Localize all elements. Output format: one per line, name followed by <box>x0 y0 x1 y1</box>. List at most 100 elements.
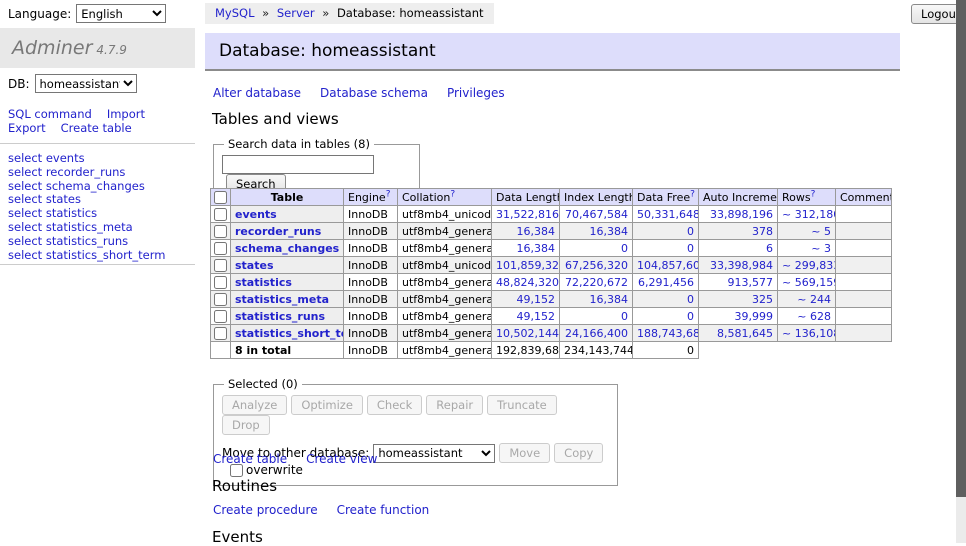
row-checkbox[interactable] <box>214 259 227 272</box>
sidebar-action-import[interactable]: Import <box>107 107 145 121</box>
link-create-view[interactable]: Create view <box>306 452 377 466</box>
auto-increment-link[interactable]: 8,581,645 <box>717 327 773 340</box>
link-privileges[interactable]: Privileges <box>447 86 505 100</box>
rows-estimate-link[interactable]: ~ 569,159 <box>782 276 836 289</box>
engine-cell: InnoDB <box>344 291 398 308</box>
table-name-link[interactable]: statistics <box>235 276 292 289</box>
help-link[interactable]: ? <box>811 189 816 199</box>
row-checkbox[interactable] <box>214 293 227 306</box>
index-length-link[interactable]: 0 <box>621 242 628 255</box>
help-link[interactable]: ? <box>386 189 391 199</box>
sidebar-item-select-statistics[interactable]: select statistics <box>8 207 165 221</box>
data-length-link[interactable]: 101,859,328 <box>496 259 560 272</box>
table-name-link[interactable]: states <box>235 259 274 272</box>
data-length-link[interactable]: 48,824,320 <box>496 276 559 289</box>
sidebar-action-export[interactable]: Export <box>8 121 46 135</box>
sidebar-item-select-recorder-runs[interactable]: select recorder_runs <box>8 166 165 180</box>
data-length-link[interactable]: 31,522,816 <box>496 208 559 221</box>
index-length-link[interactable]: 16,384 <box>590 293 629 306</box>
data-free-link[interactable]: 6,291,456 <box>638 276 694 289</box>
row-checkbox[interactable] <box>214 327 227 340</box>
data-length-link[interactable]: 10,502,144 <box>496 327 559 340</box>
help-superscript: ? <box>450 189 455 199</box>
data-free-link[interactable]: 50,331,648 <box>637 208 699 221</box>
help-link[interactable]: ? <box>450 189 455 199</box>
auto-increment-link[interactable]: 6 <box>766 242 773 255</box>
link-create-table[interactable]: Create table <box>213 452 287 466</box>
index-length-cell: 67,256,320 <box>560 257 633 274</box>
data-free-link[interactable]: 0 <box>687 293 694 306</box>
row-checkbox-cell <box>211 325 231 342</box>
table-name-link[interactable]: statistics_short_term <box>235 327 344 340</box>
link-create-procedure[interactable]: Create procedure <box>213 503 318 517</box>
total-index-length-cell: 234,143,744 <box>560 342 633 359</box>
rows-estimate-link[interactable]: ~ 244 <box>797 293 831 306</box>
link-alter-database[interactable]: Alter database <box>213 86 301 100</box>
sidebar-item-select-states[interactable]: select states <box>8 193 165 207</box>
sidebar-item-select-statistics-short-term[interactable]: select statistics_short_term <box>8 249 165 263</box>
data-length-link[interactable]: 16,384 <box>517 242 556 255</box>
row-checkbox[interactable] <box>214 225 227 238</box>
language-select[interactable]: English <box>76 4 166 23</box>
sidebar-item-select-schema-changes[interactable]: select schema_changes <box>8 180 165 194</box>
table-name-link[interactable]: statistics_meta <box>235 293 329 306</box>
link-database-schema[interactable]: Database schema <box>320 86 428 100</box>
auto-increment-link[interactable]: 33,898,196 <box>710 208 773 221</box>
data-length-link[interactable]: 49,152 <box>517 293 556 306</box>
selected-buttons: AnalyzeOptimizeCheckRepairTruncateDrop <box>222 395 609 435</box>
scrollbar-thumb[interactable] <box>956 0 966 497</box>
comment-cell <box>836 206 892 223</box>
auto-increment-link[interactable]: 913,577 <box>728 276 774 289</box>
index-length-link[interactable]: 0 <box>621 310 628 323</box>
row-checkbox[interactable] <box>214 242 227 255</box>
table-name-link[interactable]: statistics_runs <box>235 310 325 323</box>
index-length-link[interactable]: 24,166,400 <box>565 327 628 340</box>
data-free-link[interactable]: 0 <box>687 225 694 238</box>
db-select[interactable]: homeassistant <box>35 74 137 93</box>
auto-increment-link[interactable]: 325 <box>752 293 773 306</box>
search-input[interactable] <box>222 155 374 174</box>
row-checkbox[interactable] <box>214 276 227 289</box>
index-length-link[interactable]: 67,256,320 <box>565 259 628 272</box>
sidebar-action-sql-command[interactable]: SQL command <box>8 107 92 121</box>
data-free-link[interactable]: 0 <box>687 242 694 255</box>
sidebar-item-select-statistics-runs[interactable]: select statistics_runs <box>8 235 165 249</box>
index-length-link[interactable]: 70,467,584 <box>565 208 628 221</box>
table-name-link[interactable]: events <box>235 208 277 221</box>
help-link[interactable]: ? <box>690 189 695 199</box>
index-length-link[interactable]: 16,384 <box>590 225 629 238</box>
data-length-link[interactable]: 49,152 <box>517 310 556 323</box>
table-name-link[interactable]: schema_changes <box>235 242 339 255</box>
rows-estimate-link[interactable]: ~ 312,180 <box>782 208 836 221</box>
auto-increment-link[interactable]: 39,999 <box>735 310 774 323</box>
sidebar-action-create-table[interactable]: Create table <box>61 121 132 135</box>
scrollbar-track[interactable] <box>956 0 966 543</box>
rows-estimate-link[interactable]: ~ 628 <box>797 310 831 323</box>
table-name-cell: states <box>231 257 344 274</box>
engine-cell: InnoDB <box>344 257 398 274</box>
auto-increment-link[interactable]: 33,398,984 <box>710 259 773 272</box>
select-all-checkbox[interactable] <box>214 191 227 204</box>
data-length-link[interactable]: 16,384 <box>517 225 556 238</box>
rows-estimate-link[interactable]: ~ 299,833 <box>782 259 836 272</box>
rows-estimate-link[interactable]: ~ 136,108 <box>782 327 836 340</box>
link-create-function[interactable]: Create function <box>337 503 430 517</box>
rows-estimate-link[interactable]: ~ 3 <box>811 242 831 255</box>
data-free-link[interactable]: 188,743,680 <box>637 327 699 340</box>
auto-increment-link[interactable]: 378 <box>752 225 773 238</box>
row-checkbox[interactable] <box>214 310 227 323</box>
data-free-link[interactable]: 0 <box>687 310 694 323</box>
data-free-link[interactable]: 104,857,600 <box>637 259 699 272</box>
sidebar-item-select-events[interactable]: select events <box>8 152 165 166</box>
comment-cell <box>836 257 892 274</box>
rows-estimate-link[interactable]: ~ 5 <box>811 225 831 238</box>
row-checkbox[interactable] <box>214 208 227 221</box>
sidebar-item-select-statistics-meta[interactable]: select statistics_meta <box>8 221 165 235</box>
index-length-link[interactable]: 72,220,672 <box>565 276 628 289</box>
routines-links: Create procedure Create function <box>213 503 448 517</box>
collation-cell: utf8mb4_general_ci <box>398 291 492 308</box>
table-name-link[interactable]: recorder_runs <box>235 225 321 238</box>
breadcrumb-item-server[interactable]: Server <box>277 6 315 20</box>
breadcrumb-item-mysql[interactable]: MySQL <box>215 6 255 20</box>
app-title: Adminer4.7.9 <box>0 28 195 68</box>
